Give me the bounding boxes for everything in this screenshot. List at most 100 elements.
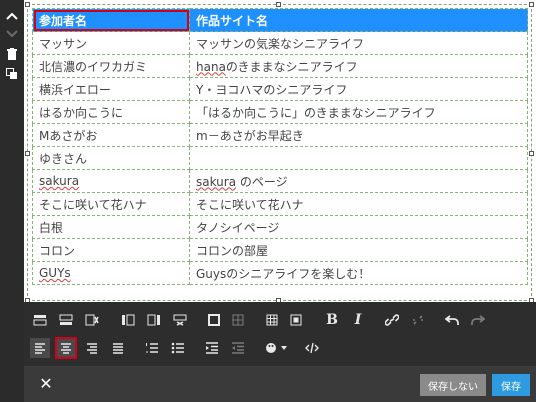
cell-text-rest: のページ: [236, 174, 288, 189]
undo-button[interactable]: [442, 310, 462, 330]
table-props-button[interactable]: [286, 310, 306, 330]
table-row: sakura sakura のページ: [32, 169, 528, 193]
spell-flagged-text: sakura: [39, 174, 80, 188]
insert-col-right-button[interactable]: [144, 310, 164, 330]
table-cell[interactable]: ゆきさん: [32, 146, 190, 170]
align-justify-button[interactable]: [108, 338, 128, 358]
table-cell[interactable]: [189, 146, 528, 170]
discard-button[interactable]: 保存しない: [420, 374, 486, 396]
table-icon: [266, 314, 278, 326]
table-row: マッサン マッサンの気楽なシニアライフ: [32, 31, 528, 55]
ordered-list-icon: [146, 343, 158, 353]
table-cell[interactable]: 北信濃のイワカガミ: [32, 54, 190, 78]
table-row: ゆきさん: [32, 146, 528, 170]
delete-col-button[interactable]: [170, 310, 190, 330]
table-cell[interactable]: はるか向こうに: [32, 100, 190, 124]
table-cell[interactable]: Mあさがお: [32, 123, 190, 147]
cell-border-button[interactable]: [204, 310, 224, 330]
table-cell[interactable]: そこに咲いて花ハナ: [189, 192, 528, 216]
align-left-icon: [35, 343, 45, 354]
table-cell[interactable]: 白根: [32, 215, 190, 239]
chevron-up-icon: [6, 12, 18, 20]
table-header-row: 参加者名 作品サイト名: [32, 8, 528, 32]
undo-icon: [445, 315, 459, 325]
align-right-button[interactable]: [82, 338, 102, 358]
align-center-icon: [61, 343, 71, 354]
unlink-button[interactable]: [408, 310, 428, 330]
close-icon[interactable]: ✕: [36, 374, 56, 394]
table-row: GUYs Guysのシニアライフを楽しむ！: [32, 261, 528, 285]
table-cell[interactable]: そこに咲いて花ハナ: [32, 192, 190, 216]
table-cell[interactable]: コロンの部屋: [189, 238, 528, 262]
table-cell[interactable]: マッサンの気楽なシニアライフ: [189, 31, 528, 55]
delete-row-button[interactable]: [82, 310, 102, 330]
merge-cells-button[interactable]: [228, 310, 248, 330]
indent-icon: [206, 342, 218, 354]
resize-handle[interactable]: [25, 2, 30, 7]
table-button[interactable]: [262, 310, 282, 330]
move-up-button[interactable]: [0, 6, 24, 26]
header-cell-site[interactable]: 作品サイト名: [189, 8, 528, 32]
table-cell[interactable]: 横浜イエロー: [32, 77, 190, 101]
spell-flagged-text: hana: [196, 59, 226, 74]
unordered-list-button[interactable]: [168, 338, 188, 358]
table-row: 横浜イエロー Y・ヨコハマのシニアライフ: [32, 77, 528, 101]
merge-cells-icon: [232, 314, 244, 326]
table-cell[interactable]: GUYs: [32, 261, 190, 285]
chevron-down-icon: [6, 30, 18, 38]
resize-handle[interactable]: [25, 151, 30, 156]
table-row: 白根 タノシイページ: [32, 215, 528, 239]
save-button[interactable]: 保存: [492, 374, 530, 396]
unordered-list-icon: [171, 342, 184, 354]
table-cell[interactable]: コロン: [32, 238, 190, 262]
spell-flagged-text: GUYs: [39, 266, 71, 280]
color-dropdown-button[interactable]: [262, 338, 292, 358]
copy-block-button[interactable]: [0, 64, 24, 84]
insert-row-above-icon: [33, 315, 47, 326]
delete-row-icon: [85, 314, 99, 326]
delete-block-button[interactable]: [0, 44, 24, 64]
delete-col-icon: [173, 314, 187, 326]
participants-table: 参加者名 作品サイト名 マッサン マッサンの気楽なシニアライフ 北信濃のイワカガ…: [32, 8, 528, 285]
ordered-list-button[interactable]: [142, 338, 162, 358]
table-cell[interactable]: Guysのシニアライフを楽しむ！: [189, 261, 528, 285]
italic-button[interactable]: I: [348, 310, 368, 330]
align-center-button[interactable]: [55, 337, 77, 359]
cell-border-icon: [208, 314, 220, 326]
bold-button[interactable]: B: [322, 310, 342, 330]
copy-icon: [6, 68, 17, 79]
align-left-button[interactable]: [30, 338, 50, 358]
move-down-button[interactable]: [0, 24, 24, 44]
insert-row-below-button[interactable]: [56, 310, 76, 330]
table-cell[interactable]: タノシイページ: [189, 215, 528, 239]
color-icon: [266, 343, 287, 353]
header-cell-participant[interactable]: 参加者名: [32, 8, 190, 32]
insert-row-above-button[interactable]: [30, 310, 50, 330]
table-row: はるか向こうに 「はるか向こうに」のきままなシニアライフ: [32, 100, 528, 124]
table-cell[interactable]: マッサン: [32, 31, 190, 55]
editor-toolbar: B I: [24, 302, 536, 366]
code-view-button[interactable]: [302, 338, 322, 358]
table-cell[interactable]: m－あさがお早起き: [189, 123, 528, 147]
redo-icon: [471, 315, 485, 325]
insert-row-below-icon: [59, 314, 73, 325]
table-row: 北信濃のイワカガミ hanaのきままなシニアライフ: [32, 54, 528, 78]
spell-flagged-text: sakura: [196, 174, 237, 189]
table-cell[interactable]: Y・ヨコハマのシニアライフ: [189, 77, 528, 101]
table-cell[interactable]: hanaのきままなシニアライフ: [189, 54, 528, 78]
outdent-button[interactable]: [228, 338, 248, 358]
redo-button[interactable]: [468, 310, 488, 330]
link-button[interactable]: [382, 310, 402, 330]
resize-handle[interactable]: [529, 151, 534, 156]
insert-col-left-button[interactable]: [118, 310, 138, 330]
outdent-icon: [232, 342, 244, 354]
table-cell[interactable]: sakura: [32, 169, 190, 193]
table-row: Mあさがお m－あさがお早起き: [32, 123, 528, 147]
resize-handle[interactable]: [529, 2, 534, 7]
indent-button[interactable]: [202, 338, 222, 358]
table-props-icon: [290, 314, 302, 326]
resize-handle[interactable]: [276, 2, 281, 7]
table-cell[interactable]: 「はるか向こうに」のきままなシニアライフ: [189, 100, 528, 124]
editor-footer: ✕ 保存しない 保存: [24, 366, 536, 402]
table-cell[interactable]: sakura のページ: [189, 169, 528, 193]
